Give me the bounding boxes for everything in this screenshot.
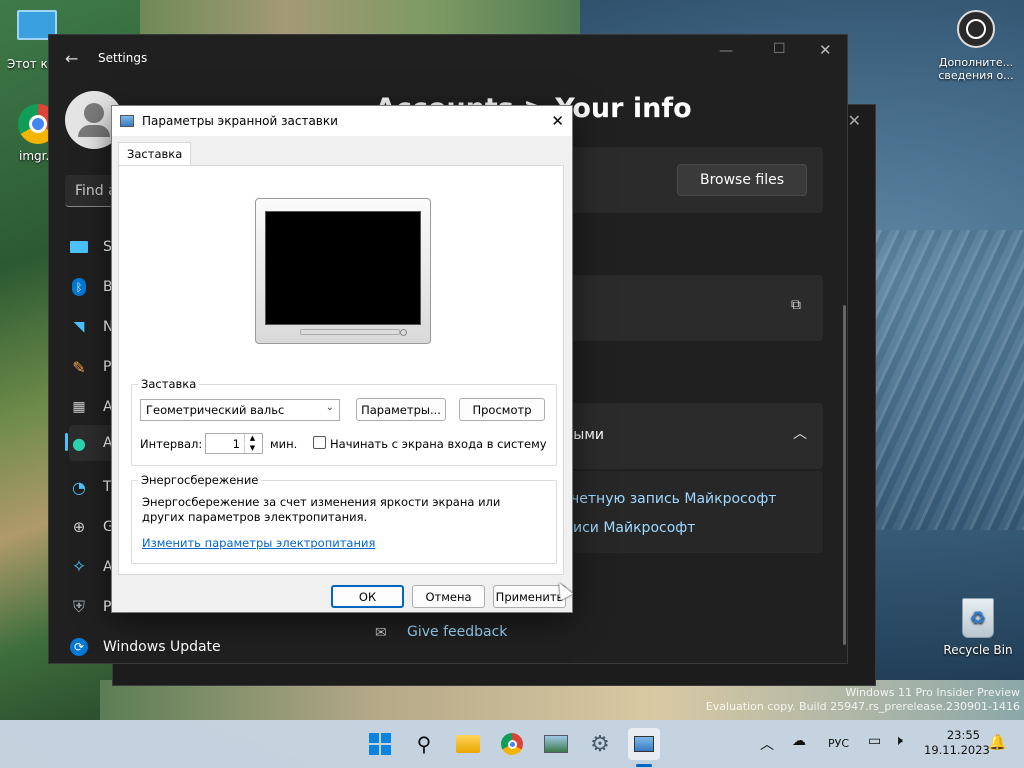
- browse-files-button[interactable]: Browse files: [677, 164, 807, 196]
- photos-icon[interactable]: [540, 728, 572, 760]
- chevron-up-icon[interactable]: ︿: [760, 734, 774, 754]
- active-app-indicator: [636, 764, 652, 767]
- screensaver-select[interactable]: Геометрический вальс ⌄: [140, 399, 340, 421]
- notification-bell-icon[interactable]: 🔔: [988, 733, 1007, 751]
- power-group: Энергосбережение Энергосбережение за сче…: [131, 473, 557, 564]
- screensaver-settings-button[interactable]: Параметры...: [356, 398, 446, 421]
- windows-logo-icon: [369, 733, 391, 755]
- screensaver-taskbar-icon[interactable]: [628, 728, 660, 760]
- display-settings-icon: [120, 115, 134, 127]
- close-icon[interactable]: ✕: [551, 112, 564, 130]
- chrome-icon[interactable]: [496, 728, 528, 760]
- sidebar-item-windows-update[interactable]: ⟳ Windows Update: [69, 629, 269, 665]
- interval-unit: мин.: [270, 437, 298, 451]
- network-icon: ◥: [73, 319, 85, 335]
- chevron-down-icon: ⌄: [325, 402, 334, 413]
- system-icon: [69, 237, 89, 257]
- group-label: Энергосбережение: [138, 473, 262, 487]
- privacy-icon: ⛨: [72, 597, 85, 616]
- clock-date: 19.11.2023: [924, 743, 990, 757]
- maximize-icon[interactable]: ☐: [773, 41, 786, 57]
- selected-indicator: [65, 433, 68, 451]
- settings-title: Settings: [98, 51, 148, 65]
- monitor-bezel: [300, 329, 400, 335]
- external-link-icon: ⧉: [791, 297, 801, 313]
- settings-gear-icon[interactable]: ⚙: [584, 728, 616, 760]
- apps-icon: ▦: [72, 399, 86, 415]
- microsoft-account-link[interactable]: четную запись Майкрософт: [571, 491, 776, 507]
- desktop-icon-additional-info[interactable]: Дополните... сведения о...: [936, 10, 1016, 82]
- volume-muted-icon[interactable]: 🕨: [894, 733, 903, 749]
- clock[interactable]: 23:55 19.11.2023: [924, 728, 990, 758]
- update-icon: ⟳: [69, 637, 89, 657]
- power-settings-link[interactable]: Изменить параметры электропитания: [142, 536, 375, 550]
- watermark-line2: Evaluation copy. Build 25947.rs_prerelea…: [705, 700, 1020, 713]
- logon-checkbox[interactable]: [313, 436, 326, 449]
- interval-stepper[interactable]: 1 ▲ ▼: [205, 433, 263, 454]
- back-arrow-icon[interactable]: ←: [65, 49, 78, 68]
- recycle-bin-icon: ♻: [962, 598, 994, 638]
- spin-up-icon[interactable]: ▲: [244, 434, 260, 443]
- sidebar-item-label: Windows Update: [103, 639, 221, 655]
- power-description: Энергосбережение за счет изменения яркос…: [142, 495, 501, 524]
- dialog-title: Параметры экранной заставки: [142, 114, 338, 128]
- watermark: Windows 11 Pro Insider Preview Evaluatio…: [700, 686, 1020, 714]
- preview-screen: [265, 211, 421, 325]
- tab-screensaver[interactable]: Заставка: [118, 142, 192, 166]
- desktop-icon-label: Recycle Bin: [943, 643, 1013, 657]
- language-indicator[interactable]: РУС: [828, 737, 849, 750]
- taskbar: ⚲ ⚙ ︿ ☁ РУС ▭ 🕨 23:55 19.11.2023 🔔: [0, 720, 1024, 768]
- screensaver-dialog: Параметры экранной заставки ✕ Заставка З…: [111, 105, 573, 613]
- logon-checkbox-label: Начинать с экрана входа в систему: [330, 437, 547, 451]
- start-button[interactable]: [364, 728, 396, 760]
- close-icon[interactable]: ✕: [819, 41, 832, 59]
- desktop-icon-label: Дополните... сведения о...: [938, 56, 1014, 82]
- monitor-preview: [255, 198, 431, 344]
- power-button-icon: [400, 329, 407, 336]
- screensaver-group: Заставка Геометрический вальс ⌄ Параметр…: [131, 377, 557, 466]
- watermark-line1: Windows 11 Pro Insider Preview: [845, 686, 1020, 699]
- dialog-titlebar: Параметры экранной заставки ✕: [112, 106, 572, 136]
- cancel-button[interactable]: Отмена: [412, 585, 485, 608]
- interval-value: 1: [232, 437, 240, 451]
- preview-button[interactable]: Просмотр: [459, 398, 545, 421]
- scrollbar[interactable]: [843, 305, 846, 645]
- microsoft-accounts-link[interactable]: иси Майкрософт: [573, 520, 695, 536]
- settings-titlebar: ← Settings — ☐ ✕: [49, 35, 847, 81]
- interval-label: Интервал:: [140, 437, 203, 451]
- network-offline-icon[interactable]: ☁: [792, 733, 806, 749]
- file-explorer-icon[interactable]: [452, 728, 484, 760]
- close-icon[interactable]: ✕: [848, 111, 861, 130]
- tab-panel: Заставка Геометрический вальс ⌄ Параметр…: [118, 165, 564, 575]
- give-feedback-link[interactable]: Give feedback: [407, 624, 507, 640]
- screensaver-select-value: Геометрический вальс: [146, 403, 285, 417]
- spin-down-icon[interactable]: ▼: [244, 444, 260, 453]
- bluetooth-icon: ᛒ: [69, 277, 89, 297]
- chevron-up-icon: ︿: [793, 426, 807, 442]
- group-label: Заставка: [138, 377, 200, 391]
- feedback-icon: ✉: [375, 625, 387, 641]
- ok-button[interactable]: ОК: [331, 585, 404, 608]
- desktop-icon-recycle-bin[interactable]: ♻ Recycle Bin: [940, 598, 1016, 657]
- gaming-icon: ⊕: [72, 518, 86, 536]
- personalization-icon: ✎: [72, 357, 86, 377]
- minimize-icon[interactable]: —: [719, 43, 733, 59]
- accounts-icon: ●: [72, 433, 86, 453]
- search-icon[interactable]: ⚲: [408, 728, 440, 760]
- clock-time: 23:55: [946, 728, 980, 742]
- time-icon: ◔: [72, 477, 86, 497]
- info-icon: [957, 10, 995, 48]
- accessibility-icon: ✧: [71, 557, 87, 577]
- display-icon[interactable]: ▭: [868, 733, 881, 749]
